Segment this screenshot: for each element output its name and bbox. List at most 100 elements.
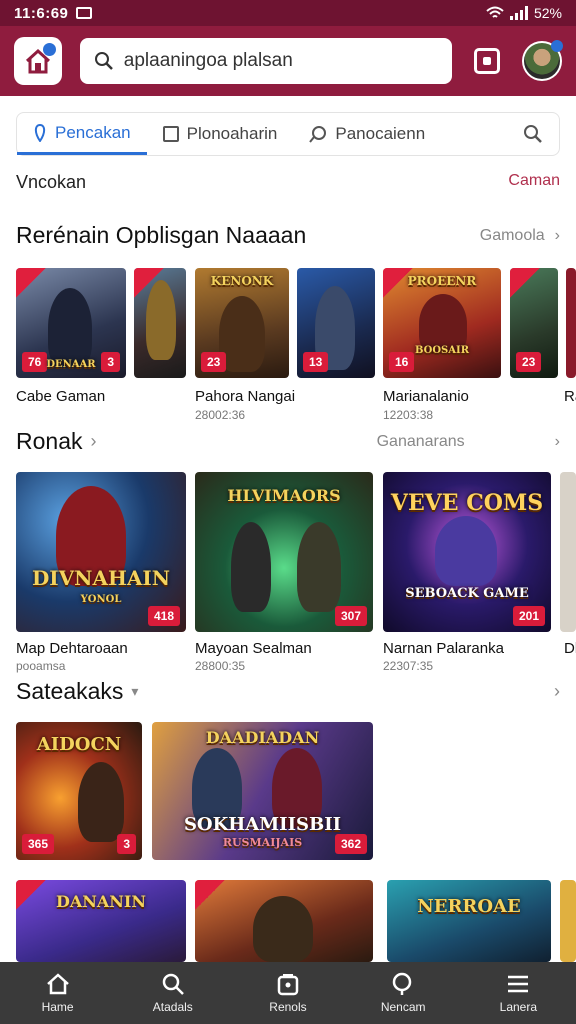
card-overlay-subtitle: YONOL	[80, 594, 122, 605]
card-caption: Ra	[564, 388, 576, 405]
search-bar[interactable]: aplaaningoa plalsan	[79, 38, 453, 84]
section3-header: Sateakaks ▾ ›	[16, 678, 560, 705]
game-card[interactable]: HLVIMAORS 307	[195, 472, 373, 632]
card-overlay-title: KENONK	[210, 274, 274, 288]
game-card-partial[interactable]	[566, 268, 576, 378]
section2-header: Ronak › Gananarans ›	[16, 428, 560, 455]
nav-label: Nencam	[380, 1000, 426, 1014]
nav-renols[interactable]: Renols	[243, 972, 333, 1014]
home-button[interactable]	[14, 37, 62, 85]
section1-link-label: Gamoola	[479, 226, 545, 244]
card-art	[297, 522, 341, 612]
card-badge: 362	[334, 834, 367, 854]
game-card[interactable]: DAADIADAN SOKHAMIISBII RUSMAIJAIS 362	[152, 722, 373, 860]
bag-icon	[276, 972, 300, 996]
chevron-right-icon: ›	[554, 432, 560, 450]
card-overlay-title: DIVNAHAIN	[31, 566, 171, 590]
search-icon	[94, 52, 113, 70]
tab-search-button[interactable]	[507, 113, 559, 155]
nav-search[interactable]: Atadals	[128, 972, 218, 1014]
avatar[interactable]	[522, 40, 563, 81]
box-icon	[162, 126, 179, 142]
card-art	[146, 280, 176, 360]
battery-level: 52%	[533, 5, 562, 21]
card-overlay-subtitle: SEBOACK GAME	[405, 586, 529, 601]
pin-icon	[309, 126, 327, 143]
game-card[interactable]: DIVNAHAIN YONOL 418	[16, 472, 186, 632]
card-caption: Narnan Palaranka	[383, 640, 504, 657]
cast-button[interactable]	[474, 48, 501, 74]
game-card[interactable]	[134, 268, 186, 378]
corner-ribbon	[195, 880, 225, 910]
game-card-partial[interactable]	[560, 880, 576, 962]
card-overlay-title: AIDOCN	[36, 734, 122, 755]
card-art	[48, 288, 92, 368]
chevron-right-icon[interactable]: ›	[554, 681, 560, 702]
nav-nencam[interactable]: Nencam	[358, 972, 448, 1014]
game-card[interactable]: DANANIN	[16, 880, 186, 962]
card-overlay-title: DAADIADAN	[205, 728, 320, 747]
signal-icon	[509, 6, 528, 20]
game-card[interactable]: KENONK 23	[195, 268, 289, 378]
card-badge: 201	[512, 606, 545, 626]
section-label-link[interactable]: Caman	[508, 172, 560, 190]
status-bar: 11:6:69 52%	[0, 0, 576, 26]
card-badge: 418	[147, 606, 180, 626]
bottom-nav: Hame Atadals Renols Nencam Lanera	[0, 962, 576, 1024]
card-art	[253, 896, 313, 962]
card-overlay-subtitle: SOKHAMIISBII	[183, 814, 342, 835]
notification-icon	[76, 7, 93, 19]
app-header: aplaaningoa plalsan	[0, 26, 576, 96]
card-art	[231, 522, 271, 612]
card-caption: Dl	[564, 640, 576, 657]
search-icon	[161, 972, 185, 996]
search-icon	[391, 972, 415, 996]
section1-header: Rerénain Opblisgan Naaaan Gamoola ›	[16, 222, 560, 249]
chevron-right-icon: ›	[90, 431, 97, 451]
game-card[interactable]	[195, 880, 373, 962]
tab-pencakan[interactable]: Pencakan	[17, 113, 147, 155]
card-badge: 23	[201, 352, 227, 372]
card-overlay-title: NERROAE	[417, 896, 521, 917]
search-input[interactable]: aplaaningoa plalsan	[124, 50, 293, 72]
tab-panocaienn[interactable]: Panocaienn	[293, 113, 441, 155]
nav-label: Hame	[41, 1000, 74, 1014]
game-card[interactable]: AIDOCN 365 3	[16, 722, 142, 860]
game-card[interactable]: NERROAE	[387, 880, 551, 962]
section2-title: Ronak	[16, 428, 83, 454]
app-screen: 11:6:69 52% aplaaningoa plalsan Pencakan…	[0, 0, 576, 1024]
game-card[interactable]: 13	[297, 268, 375, 378]
section2-more-link[interactable]: Gananarans ›	[377, 433, 560, 451]
wifi-icon	[486, 6, 504, 18]
section1-more-link[interactable]: Gamoola ›	[480, 227, 560, 245]
card-meta: 12203:38	[383, 408, 434, 422]
home-icon	[46, 972, 70, 996]
game-card[interactable]: PROEENR BOOSAIR 16	[383, 268, 501, 378]
game-card[interactable]: VEVE COMS SEBOACK GAME 201	[383, 472, 551, 632]
chevron-down-icon[interactable]: ▾	[131, 683, 138, 700]
card-meta: 28800:35	[195, 659, 246, 673]
card-art	[78, 762, 124, 842]
tab-label: Panocaienn	[335, 124, 426, 143]
card-overlay-title: VEVE COMS	[390, 490, 544, 516]
cast-icon	[483, 57, 492, 65]
chevron-right-icon: ›	[554, 226, 560, 244]
nav-menu[interactable]: Lanera	[473, 972, 563, 1014]
card-badge: 307	[334, 606, 367, 626]
card-overlay-title: PROEENR	[407, 274, 477, 288]
game-card-partial[interactable]	[560, 472, 576, 632]
nav-home[interactable]: Hame	[13, 972, 103, 1014]
card-badge: 3	[101, 352, 120, 372]
card-badge: 13	[303, 352, 329, 372]
game-card[interactable]: 23	[510, 268, 558, 378]
game-card[interactable]: 76 DENAAR 3	[16, 268, 126, 378]
section3-title: Sateakaks	[16, 678, 124, 704]
card-meta: 22307:35	[383, 659, 434, 673]
card-badge: 3	[117, 834, 136, 854]
card-badge-left: 365	[22, 834, 55, 854]
corner-ribbon	[16, 268, 46, 298]
status-time: 11:6:69	[14, 4, 69, 22]
section2-link-label: Gananarans	[376, 432, 465, 450]
card-caption: Map Dehtaroaan	[16, 640, 128, 657]
tab-plonoaharin[interactable]: Plonoaharin	[147, 113, 294, 155]
